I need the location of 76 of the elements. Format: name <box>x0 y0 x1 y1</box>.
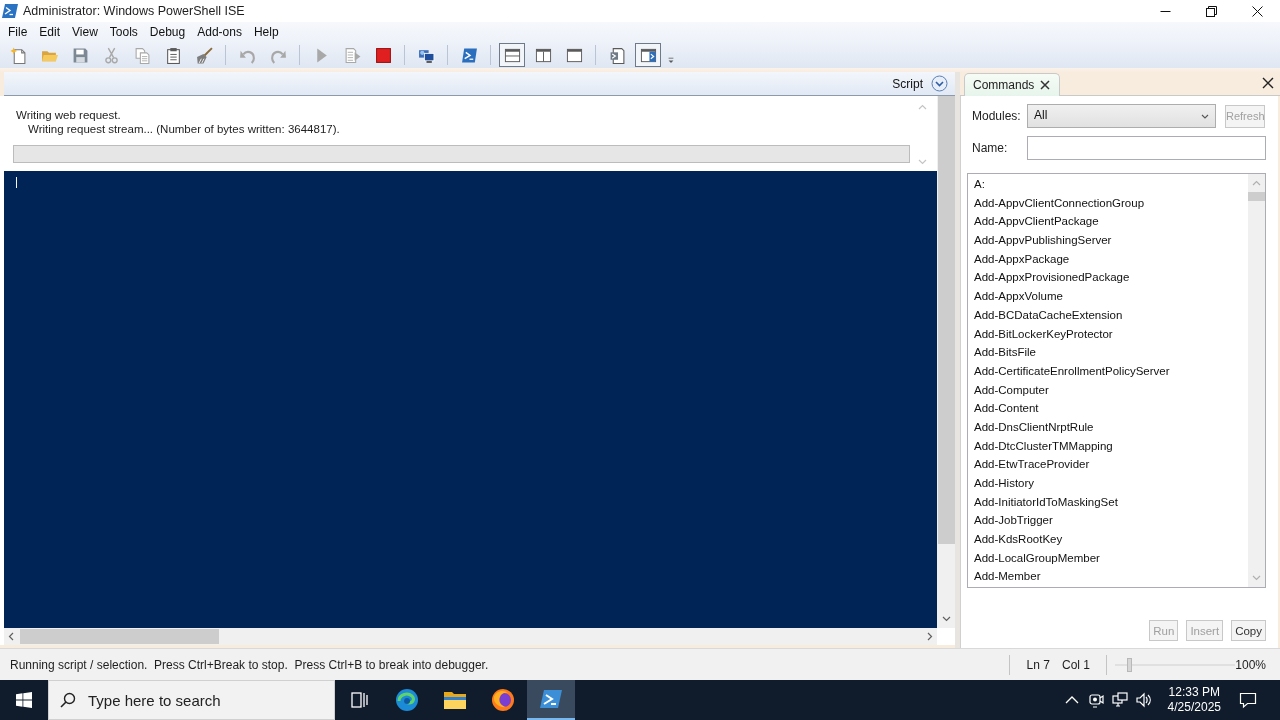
chevron-circle-icon[interactable] <box>931 75 948 92</box>
list-item[interactable]: Add-InitiatorIdToMaskingSet <box>968 491 1248 511</box>
list-item[interactable]: A: <box>968 174 1248 193</box>
menu-item[interactable]: View <box>66 24 104 40</box>
horizontal-scrollbar[interactable] <box>4 628 937 645</box>
commands-tab[interactable]: Commands <box>964 73 1061 96</box>
list-item[interactable]: Add-AppvClientPackage <box>968 211 1248 231</box>
taskbar-app-button[interactable] <box>527 680 575 720</box>
modules-dropdown[interactable]: All <box>1027 104 1216 128</box>
menu-item[interactable]: Edit <box>33 24 67 40</box>
window-title: Administrator: Windows PowerShell ISE <box>23 4 246 18</box>
vertical-scrollbar[interactable] <box>1248 174 1265 587</box>
line-number: Ln 7 <box>1025 657 1051 672</box>
menu-item[interactable]: Add-ons <box>191 24 248 40</box>
list-item[interactable]: Add-KdsRootKey <box>968 529 1248 548</box>
task-view-icon[interactable] <box>350 691 370 709</box>
list-item[interactable]: Add-Computer <box>968 379 1248 399</box>
scroll-down-icon[interactable] <box>941 616 951 622</box>
list-item[interactable]: Add-AppvPublishingServer <box>968 230 1248 249</box>
progress-activity: Writing web request. <box>16 108 122 122</box>
notification-icon[interactable] <box>1239 691 1257 709</box>
list-item[interactable]: Add-BitsFile <box>968 342 1248 361</box>
caret-icon <box>1201 113 1209 119</box>
action-button[interactable]: Copy <box>1231 620 1266 641</box>
menu-item[interactable]: Tools <box>103 24 144 40</box>
restore-icon <box>1205 5 1217 17</box>
name-input[interactable] <box>1027 136 1266 160</box>
clock-date[interactable]: 4/25/2025 <box>1167 700 1221 715</box>
tab-label: Commands <box>973 78 1035 92</box>
list-item[interactable]: Add-CertificateEnrollmentPolicyServer <box>968 360 1248 380</box>
list-item[interactable]: Add-BCDataCacheExtension <box>968 304 1248 324</box>
list-item[interactable]: Add-BitLockerKeyProtector <box>968 323 1248 343</box>
scrollbar-thumb[interactable] <box>20 629 219 644</box>
close-icon[interactable] <box>1040 80 1051 90</box>
menu-item[interactable]: Debug <box>143 24 192 40</box>
speaker-icon[interactable] <box>1135 692 1152 708</box>
progress-status: Writing request stream... (Number of bytes written: 3644817). <box>27 122 341 136</box>
scroll-right-icon[interactable] <box>927 632 933 641</box>
clock-time[interactable]: 12:33 PM <box>1168 685 1220 700</box>
search-icon <box>60 692 76 708</box>
list-item[interactable]: Add-LocalGroupMember <box>968 547 1248 567</box>
slider-thumb[interactable] <box>1127 657 1133 672</box>
zoom-level: 100% <box>1235 657 1267 672</box>
vertical-scrollbar[interactable] <box>937 96 955 628</box>
list-item[interactable]: Add-DnsClientNrptRule <box>968 416 1248 436</box>
menu-item[interactable]: Help <box>247 24 285 40</box>
search-field[interactable]: Type here to search <box>48 680 335 720</box>
scrollbar-thumb[interactable] <box>937 96 955 544</box>
close-icon <box>1262 77 1274 89</box>
name-label: Name: <box>972 141 1009 155</box>
list-item[interactable]: Add-Content <box>968 398 1248 417</box>
status-message: Running script / selection. Press Ctrl+Break to stop. Press Ctrl+B to break into debugger. <box>9 657 490 672</box>
list-item[interactable]: Add-AppxPackage <box>968 248 1248 268</box>
close-icon <box>1251 5 1263 17</box>
list-item[interactable]: Add-AppxProvisionedPackage <box>968 267 1248 287</box>
close-panel-button[interactable] <box>1262 77 1274 89</box>
globe-browser-icon <box>491 688 515 712</box>
list-item[interactable]: Add-AppxVolume <box>968 286 1248 305</box>
list-item[interactable]: Add-Member <box>968 566 1248 586</box>
modules-label: Modules: <box>972 109 1022 123</box>
list-item[interactable]: Add-History <box>968 473 1248 492</box>
network-icon[interactable] <box>1111 692 1128 708</box>
menu-item[interactable]: File <box>2 24 34 40</box>
webcam-icon[interactable] <box>1087 692 1104 708</box>
browser-icon <box>395 688 419 712</box>
list-item[interactable]: Add-DtcClusterTMMapping <box>968 435 1248 455</box>
list-item[interactable]: Add-JobTrigger <box>968 510 1248 530</box>
windows-logo-icon <box>16 692 32 708</box>
column-number: Col 1 <box>1060 657 1091 672</box>
text-cursor <box>16 177 17 188</box>
list-item[interactable]: Add-EtwTraceProvider <box>968 454 1248 473</box>
terminal-icon <box>539 687 563 711</box>
scroll-left-icon[interactable] <box>8 632 14 641</box>
script-tab[interactable]: Script <box>892 76 923 91</box>
list-item[interactable]: Add-AppvClientConnectionGroup <box>968 192 1248 212</box>
scrollbar-thumb[interactable] <box>1248 192 1265 201</box>
